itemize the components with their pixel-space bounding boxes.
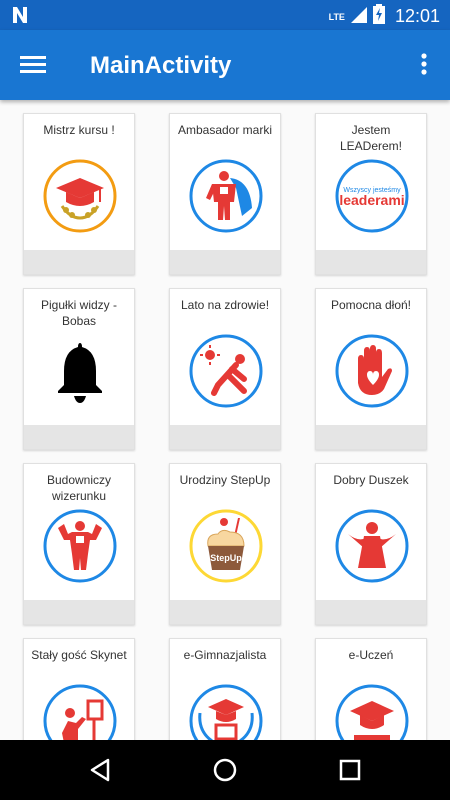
card-footer <box>24 600 134 624</box>
badge-title: Mistrz kursu ! <box>43 123 115 137</box>
card-footer <box>316 600 426 624</box>
card-footer <box>170 250 280 274</box>
badge-title: Budowniczy wizerunku <box>46 473 112 503</box>
lte-label: LTE <box>328 11 345 22</box>
gimnazjum-laurel-icon <box>189 684 263 740</box>
badge-card-e-uczen[interactable]: e-Uczeń <box>315 638 427 740</box>
badge-card-pomocna-dlon[interactable]: Pomocna dłoń! <box>315 288 427 450</box>
badge-card-pigulki-widzy-bobas[interactable]: Pigułki widzy - Bobas <box>23 288 135 450</box>
svg-text:StepUp: StepUp <box>210 553 242 563</box>
card-footer <box>316 425 426 449</box>
student-cap-icon <box>335 684 409 740</box>
more-options-icon[interactable] <box>420 52 434 78</box>
clock: 12:01 <box>394 6 440 26</box>
badge-title: e-Gimnazjalista <box>183 648 267 662</box>
badge-card-staly-gosc-skynet[interactable]: Stały gość Skynet <box>23 638 135 740</box>
recents-icon[interactable] <box>336 756 364 784</box>
system-nav-bar <box>0 740 450 800</box>
badge-title: Lato na zdrowie! <box>180 298 270 312</box>
card-footer <box>316 250 426 274</box>
card-footer <box>170 425 280 449</box>
badge-card-dobry-duszek[interactable]: Dobry Duszek <box>315 463 427 625</box>
badge-title: Ambasador marki <box>177 123 273 137</box>
badge-card-mistrz-kursu[interactable]: Mistrz kursu ! <box>23 113 135 275</box>
skynet-guest-icon <box>43 684 117 740</box>
badge-card-e-gimnazjalista[interactable]: e-Gimnazjalista <box>169 638 281 740</box>
graduation-cap-laurel-icon <box>43 159 117 233</box>
battery-charging-icon <box>372 4 385 29</box>
angel-icon <box>335 509 409 583</box>
svg-text:leaderami: leaderami <box>339 192 404 208</box>
app-bar: MainActivity <box>0 30 450 100</box>
back-icon[interactable] <box>86 756 114 784</box>
badge-title: Dobry Duszek <box>333 473 409 487</box>
status-bar: LTE 12:01 <box>0 0 450 30</box>
card-footer <box>24 250 134 274</box>
card-footer <box>24 425 134 449</box>
badge-title: Stały gość Skynet <box>31 648 127 662</box>
card-footer <box>170 600 280 624</box>
helping-hand-icon <box>335 334 409 408</box>
badge-title: Pomocna dłoń! <box>330 298 412 312</box>
badge-title: Jestem LEADerem! <box>339 123 403 153</box>
cupcake-icon: StepUp <box>189 509 263 583</box>
badge-card-ambasador-marki[interactable]: Ambasador marki <box>169 113 281 275</box>
strongman-icon <box>43 509 117 583</box>
badge-title: Urodziny StepUp <box>179 473 271 487</box>
signal-icon <box>350 5 367 28</box>
home-icon[interactable] <box>211 756 239 784</box>
badge-title: e-Uczeń <box>348 648 394 662</box>
badge-card-urodziny-stepup[interactable]: Urodziny StepUp StepUp <box>169 463 281 625</box>
superhero-icon <box>189 159 263 233</box>
leaderami-logo: Wszyscy jesteśmy leaderami <box>335 159 409 233</box>
badge-card-lato-na-zdrowie[interactable]: Lato na zdrowie! <box>169 288 281 450</box>
badge-card-jestem-leaderem[interactable]: Jestem LEADerem! Wszyscy jesteśmy leader… <box>315 113 427 275</box>
bell-icon <box>58 343 102 403</box>
page-title: MainActivity <box>90 52 232 79</box>
hamburger-menu-icon[interactable] <box>20 52 50 78</box>
badge-grid-scroll[interactable]: Mistrz kursu ! Ambasador marki Jestem LE… <box>0 100 450 740</box>
badge-title: Pigułki widzy - Bobas <box>40 298 118 328</box>
sun-exercise-icon <box>189 334 263 408</box>
badge-card-budowniczy-wizerunku[interactable]: Budowniczy wizerunku <box>23 463 135 625</box>
notification-n-icon <box>10 5 30 30</box>
